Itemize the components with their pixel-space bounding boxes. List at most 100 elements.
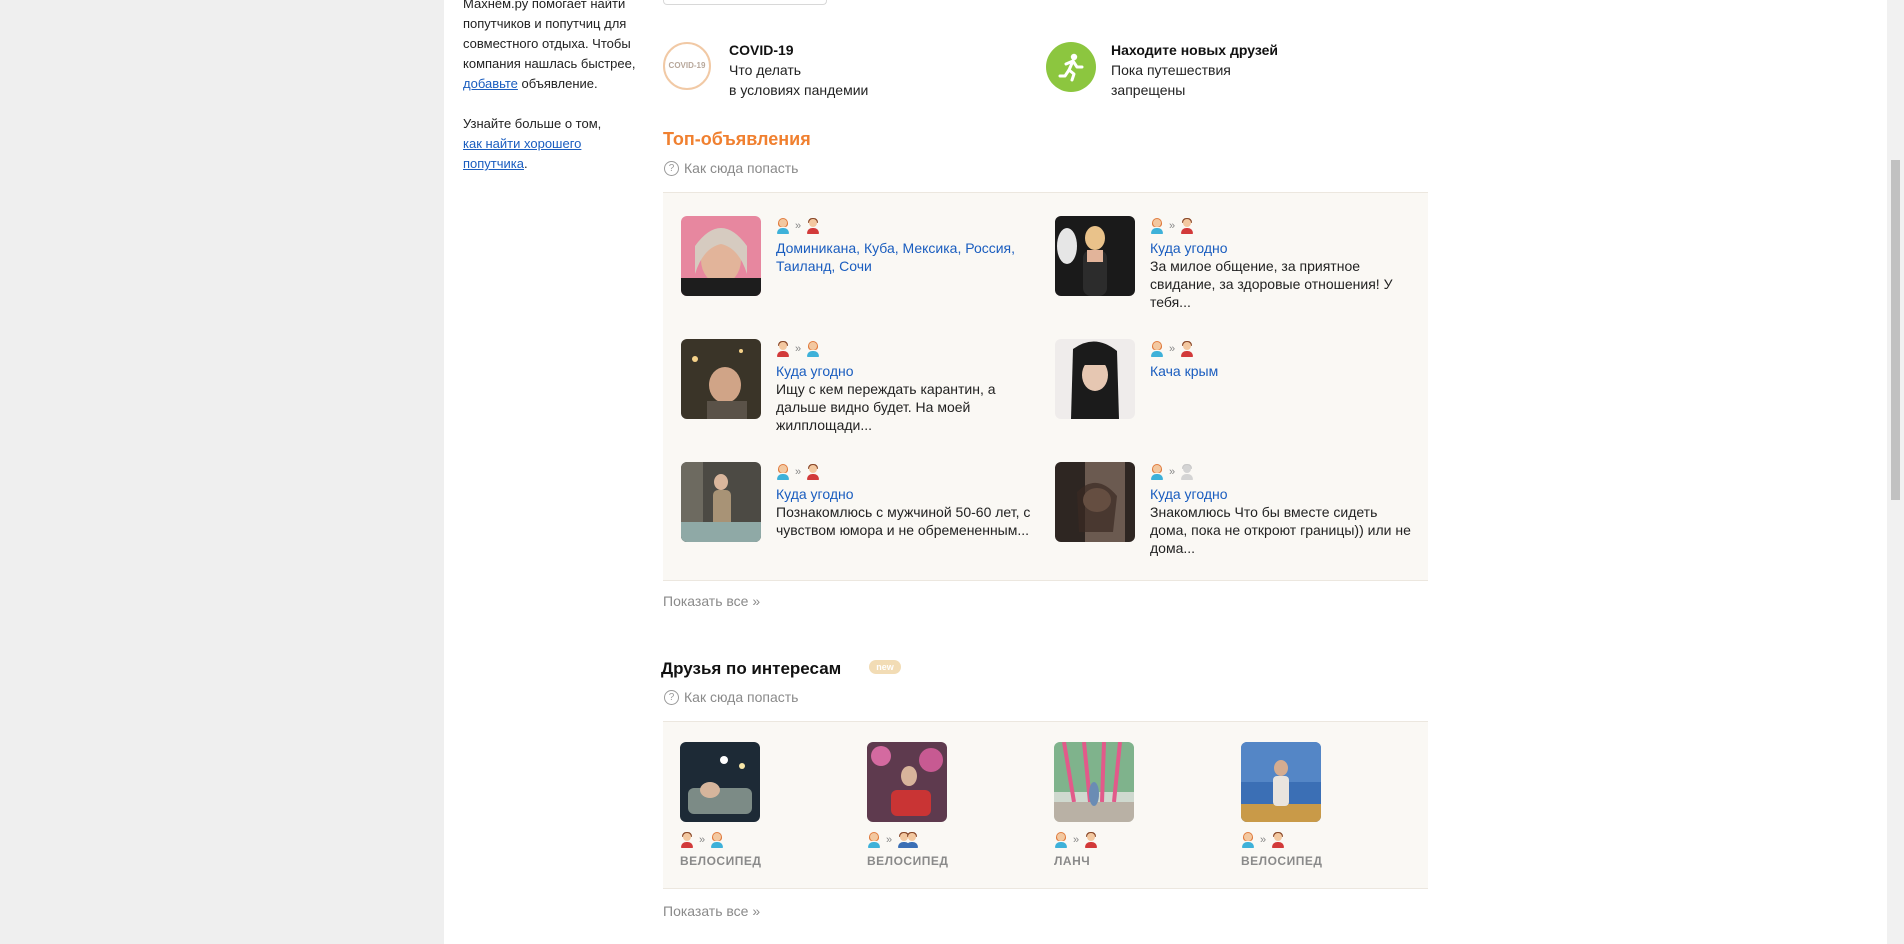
ad-destination-link[interactable]: Куда угодно [1150,239,1415,257]
male-icon [776,340,790,357]
new-friends-card[interactable]: Находите новых друзей Пока путешествия з… [1046,40,1346,102]
ad-roles: » [1150,216,1415,236]
interests-howto-link[interactable]: ? Как сюда попасть [664,689,798,705]
learn-line: Узнайте больше о том, [463,116,602,131]
ad-card[interactable]: » Куда угодно За милое общение, за прият… [1055,216,1415,326]
female-icon [867,831,881,848]
ad-roles: » [776,462,1041,482]
sidebar-learn: Узнайте больше о том, как найти хорошего… [463,114,648,174]
female-icon [1054,831,1068,848]
interest-label: ВЕЛОСИПЕД [680,854,762,868]
arrow-icon: » [1260,834,1267,846]
covid-line1: Что делать [729,62,802,78]
ad-text: Знакомлюсь Что бы вместе сидеть дома, по… [1150,504,1411,556]
ad-photo[interactable] [681,462,761,542]
top-ads-title: Топ-объявления [663,129,811,149]
arrow-icon: » [1169,220,1176,232]
female-icon [806,340,820,357]
group-icon [897,831,919,848]
ad-roles: » [776,339,1041,359]
scrollbar[interactable] [1887,0,1904,944]
male-icon [1180,340,1194,357]
male-icon [806,217,820,234]
ad-roles: » [776,216,1041,236]
friends-title: Находите новых друзей [1111,42,1278,58]
arrow-icon: » [795,220,802,232]
ad-card[interactable]: » Кача крым [1055,339,1415,449]
learn-suffix: . [524,156,528,171]
female-icon [776,463,790,480]
ad-destination-link[interactable]: Куда угодно [776,362,1041,380]
friend-roles: » [867,830,919,850]
top-ads-howto-link[interactable]: ? Как сюда попасть [664,160,798,176]
friend-roles: » [680,830,724,850]
friend-photo[interactable] [680,742,760,822]
female-icon [710,831,724,848]
arrow-icon: » [795,466,802,478]
howto-label: Как сюда попасть [684,689,799,705]
ad-photo[interactable] [1055,216,1135,296]
covid-title: COVID-19 [729,42,794,58]
friends-line1: Пока путешествия [1111,62,1231,78]
male-icon [1271,831,1285,848]
friend-roles: » [1054,830,1098,850]
ad-roles: » [1150,339,1415,359]
scroll-thumb[interactable] [1891,160,1900,500]
female-icon [776,217,790,234]
ad-photo[interactable] [1055,462,1135,542]
arrow-icon: » [1073,834,1080,846]
ad-card[interactable]: » Куда угодно Ищу с кем переждать карант… [681,339,1041,449]
arrow-icon: » [699,834,706,846]
friends-line2: запрещены [1111,82,1186,98]
friend-photo[interactable] [1241,742,1321,822]
covid-card[interactable]: COVID-19 COVID-19 Что делать в условиях … [663,40,963,102]
howto-label: Как сюда попасть [684,160,799,176]
question-icon: ? [664,160,679,176]
friend-photo[interactable] [1054,742,1134,822]
ad-photo[interactable] [1055,339,1135,419]
intro-line: попутчиков и попутчиц для [463,16,627,31]
interest-label: ВЕЛОСИПЕД [1241,854,1323,868]
sidebar-intro: Махнём.ру помогает найти попутчиков и по… [463,0,648,94]
intro-line: Махнём.ру помогает найти [463,0,626,11]
male-icon [1084,831,1098,848]
covid-logo-icon: COVID-19 [663,42,711,90]
intro-line: совместного отдыха. Чтобы [463,36,631,51]
running-man-icon [1046,42,1096,92]
ad-card[interactable]: » Куда угодно Познакомлюсь с мужчиной 50… [681,462,1041,572]
friend-roles: » [1241,830,1285,850]
ad-text: Познакомлюсь с мужчиной 50-60 лет, с чув… [776,504,1031,538]
ad-destination-link[interactable]: Куда угодно [1150,485,1415,503]
ad-text: За милое общение, за приятное свидание, … [1150,258,1393,310]
ad-card[interactable]: » Доминикана, Куба, Мексика, Россия, Таи… [681,216,1041,326]
ad-destination-link[interactable]: Куда угодно [776,485,1041,503]
ad-destination-link[interactable]: Доминикана, Куба, Мексика, Россия, Таила… [776,239,1041,275]
arrow-icon: » [795,343,802,355]
ad-text: Ищу с кем переждать карантин, а дальше в… [776,381,996,433]
intro-line: компания нашлась быстрее, [463,56,636,71]
find-companion-link-2[interactable]: попутчика [463,156,524,171]
top-ads-show-all-link[interactable]: Показать все » [663,593,760,609]
question-icon: ? [664,689,679,705]
ad-photo[interactable] [681,339,761,419]
add-ad-link[interactable]: добавьте [463,76,518,91]
interests-show-all-link[interactable]: Показать все » [663,903,760,919]
ad-roles: » [1150,462,1415,482]
male-icon [680,831,694,848]
top-input-edge[interactable] [663,0,827,5]
interest-label: ВЕЛОСИПЕД [867,854,949,868]
covid-line2: в условиях пандемии [729,82,869,98]
male-icon [905,831,919,848]
female-icon [1241,831,1255,848]
arrow-icon: » [1169,343,1176,355]
interests-title: Друзья по интересам [661,659,842,678]
ad-destination-link[interactable]: Кача крым [1150,362,1415,380]
female-icon [1150,463,1164,480]
find-companion-link[interactable]: как найти хорошего [463,136,581,151]
arrow-icon: » [1169,466,1176,478]
add-suffix: объявление. [517,76,598,91]
interest-label: ЛАНЧ [1054,854,1091,868]
ad-card[interactable]: » Куда угодно Знакомлюсь Что бы вместе с… [1055,462,1415,572]
ad-photo[interactable] [681,216,761,296]
friend-photo[interactable] [867,742,947,822]
